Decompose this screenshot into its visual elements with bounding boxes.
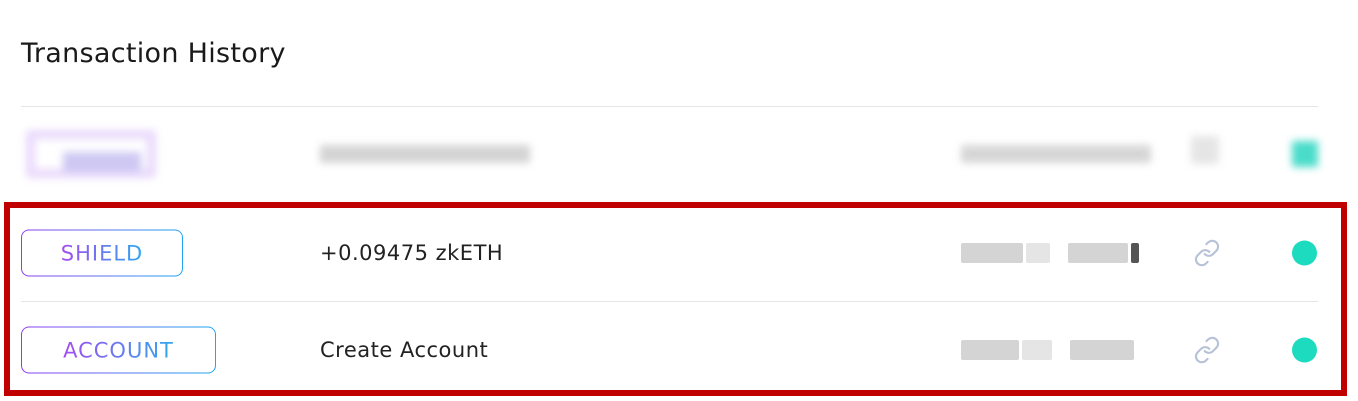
transaction-type-badge: [26, 130, 156, 178]
transaction-history-page: Transaction History SHIELD +0.09475 zkET…: [0, 0, 1358, 401]
highlight-box: [4, 202, 1347, 396]
transaction-description: [320, 145, 530, 163]
badge-label: [63, 152, 141, 172]
transaction-row: [21, 106, 1318, 202]
transaction-hash: [961, 145, 1151, 163]
link-icon[interactable]: [1191, 136, 1219, 164]
status-dot: [1292, 141, 1318, 167]
page-title: Transaction History: [21, 38, 286, 69]
